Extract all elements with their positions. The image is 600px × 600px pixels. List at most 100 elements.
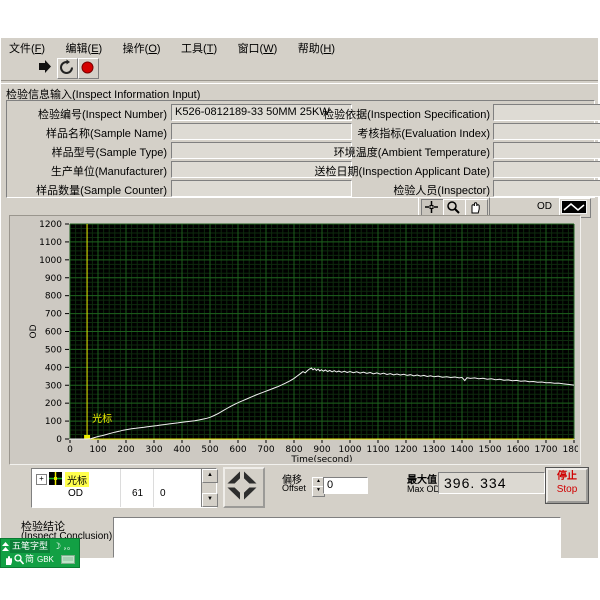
inspector-label: 检验人员(Inspector) (393, 185, 490, 197)
od-chart-plot[interactable]: 0100200300400500600700800900100011001200… (10, 216, 578, 462)
sample-name-label: 样品名称(Sample Name) (45, 128, 167, 140)
od-chart-panel: 0 100 200 300 400 500 600 700 800 900 1000 1100 1200… (9, 215, 581, 465)
svg-text:700: 700 (45, 310, 62, 320)
svg-text:1800: 1800 (563, 445, 578, 455)
menu-file[interactable]: 文件(F) (1, 38, 53, 56)
svg-text:1400: 1400 (451, 445, 474, 455)
ambient-temperature-input[interactable] (493, 142, 600, 159)
magnifier-icon (447, 201, 460, 214)
menu-window[interactable]: 窗口(W) (230, 38, 286, 56)
evaluation-index-input[interactable] (493, 123, 600, 140)
svg-text:Time(second): Time(second) (290, 455, 352, 462)
menu-edit[interactable]: 编辑(E) (58, 38, 111, 56)
cursor-name-cell[interactable]: 光标 (65, 472, 89, 487)
stop-button[interactable]: 停止 Stop (545, 467, 589, 504)
svg-text:300: 300 (45, 381, 62, 391)
ime-toolbar: 五笔字型 ☽ ，。 简 GBK (0, 538, 80, 568)
evaluation-index-label: 考核指标(Evaluation Index) (357, 128, 490, 140)
cursor-series-cell: OD (68, 488, 83, 499)
plot-legend-label: OD (537, 201, 552, 212)
svg-text:1200: 1200 (39, 220, 62, 230)
svg-text:800: 800 (285, 445, 302, 455)
run-arrow-icon (39, 60, 51, 73)
menu-bar: 文件(F) 编辑(E) 操作(O) 工具(T) 窗口(W) 帮助(H) (1, 38, 598, 56)
run-button[interactable] (36, 58, 55, 77)
scroll-up-icon[interactable]: ▲ (202, 469, 218, 483)
svg-text:400: 400 (173, 445, 190, 455)
toolbar-separator (1, 80, 598, 84)
svg-text:1000: 1000 (39, 256, 62, 266)
inspection-spec-label: 检验依据(Inspection Specification) (323, 109, 490, 121)
ime-simplified-button[interactable]: 简 (25, 553, 34, 566)
column-separator (120, 469, 121, 507)
red-circle-icon (81, 61, 94, 74)
cursor-y-value: 0 (160, 488, 166, 499)
plot-line-style-icon (561, 200, 587, 214)
svg-text:1300: 1300 (423, 445, 446, 455)
svg-text:1500: 1500 (479, 445, 502, 455)
toolbar (1, 56, 598, 80)
ime-collapse-icon[interactable] (2, 542, 9, 551)
svg-text:200: 200 (117, 445, 134, 455)
svg-text:100: 100 (45, 417, 62, 427)
svg-text:0: 0 (56, 435, 62, 445)
circular-arrows-icon (60, 59, 73, 74)
cursor-x-value: 61 (132, 488, 144, 499)
max-od-display: 396. 334 (438, 472, 545, 494)
svg-text:400: 400 (45, 363, 62, 373)
ime-punctuation-button[interactable]: ，。 (63, 540, 75, 553)
svg-text:1100: 1100 (39, 238, 62, 248)
ime-fullwidth-icon[interactable]: ☽ (53, 540, 61, 553)
svg-text:1600: 1600 (507, 445, 530, 455)
sample-type-label: 样品型号(Sample Type) (51, 147, 167, 159)
svg-text:1200: 1200 (395, 445, 418, 455)
svg-text:300: 300 (145, 445, 162, 455)
menu-tools[interactable]: 工具(T) (173, 38, 225, 56)
svg-text:0: 0 (67, 445, 73, 455)
svg-text:100: 100 (89, 445, 106, 455)
svg-text:OD: OD (29, 324, 39, 338)
inspection-spec-input[interactable] (493, 104, 600, 121)
inspect-number-label: 检验编号(Inspect Number) (38, 109, 167, 121)
crosshair-icon (425, 201, 438, 213)
offset-spinner: ▲ ▼ (312, 477, 325, 497)
offset-input[interactable]: 0 (323, 477, 368, 494)
inspector-input[interactable] (493, 180, 600, 197)
offset-label-en: Offset (282, 483, 306, 493)
menu-operate[interactable]: 操作(O) (115, 38, 169, 56)
svg-text:500: 500 (45, 345, 62, 355)
svg-text:600: 600 (45, 328, 62, 338)
cursor-crosshair-icon (49, 472, 62, 485)
inspection-date-input[interactable] (493, 161, 600, 178)
cursor-panel-scrollbar[interactable]: ▲ ▼ (201, 469, 218, 507)
continuous-run-button[interactable] (57, 58, 78, 79)
screenshot-root: 文件(F) 编辑(E) 操作(O) 工具(T) 窗口(W) 帮助(H) 检验信息… (0, 0, 600, 600)
svg-text:600: 600 (229, 445, 246, 455)
ime-hand-icon[interactable] (3, 554, 13, 565)
ime-method-button[interactable]: 五笔字型 (10, 540, 51, 553)
sample-counter-label: 样品数量(Sample Counter) (36, 185, 167, 197)
max-od-label-en: Max OD (407, 484, 441, 494)
svg-text:1700: 1700 (535, 445, 558, 455)
svg-text:200: 200 (45, 399, 62, 409)
inspection-date-label: 送检日期(Inspection Applicant Date) (314, 166, 490, 178)
ime-encoding-button[interactable]: GBK (37, 553, 54, 566)
svg-text:900: 900 (313, 445, 330, 455)
svg-text:500: 500 (201, 445, 218, 455)
svg-text:1000: 1000 (339, 445, 362, 455)
conclusion-textarea[interactable] (113, 517, 561, 558)
svg-text:700: 700 (257, 445, 274, 455)
scroll-down-icon[interactable]: ▼ (202, 493, 218, 507)
inspect-info-form: 检验编号(Inspect Number) K526-0812189-33 50M… (6, 100, 600, 198)
svg-text:900: 900 (45, 274, 62, 284)
ime-magnifier-icon[interactable] (14, 554, 24, 565)
cursor-legend-panel: + 光标 OD 61 0 ▲ ▼ (31, 468, 218, 508)
ime-keyboard-icon[interactable] (61, 555, 75, 564)
cursor-mover-button[interactable] (223, 467, 265, 508)
abort-button[interactable] (78, 58, 99, 79)
diamond-dpad-icon (225, 469, 259, 502)
menu-help[interactable]: 帮助(H) (290, 38, 343, 56)
svg-text:800: 800 (45, 292, 62, 302)
tree-expander-icon[interactable]: + (36, 474, 47, 485)
application-window: 文件(F) 编辑(E) 操作(O) 工具(T) 窗口(W) 帮助(H) 检验信息… (0, 37, 600, 558)
